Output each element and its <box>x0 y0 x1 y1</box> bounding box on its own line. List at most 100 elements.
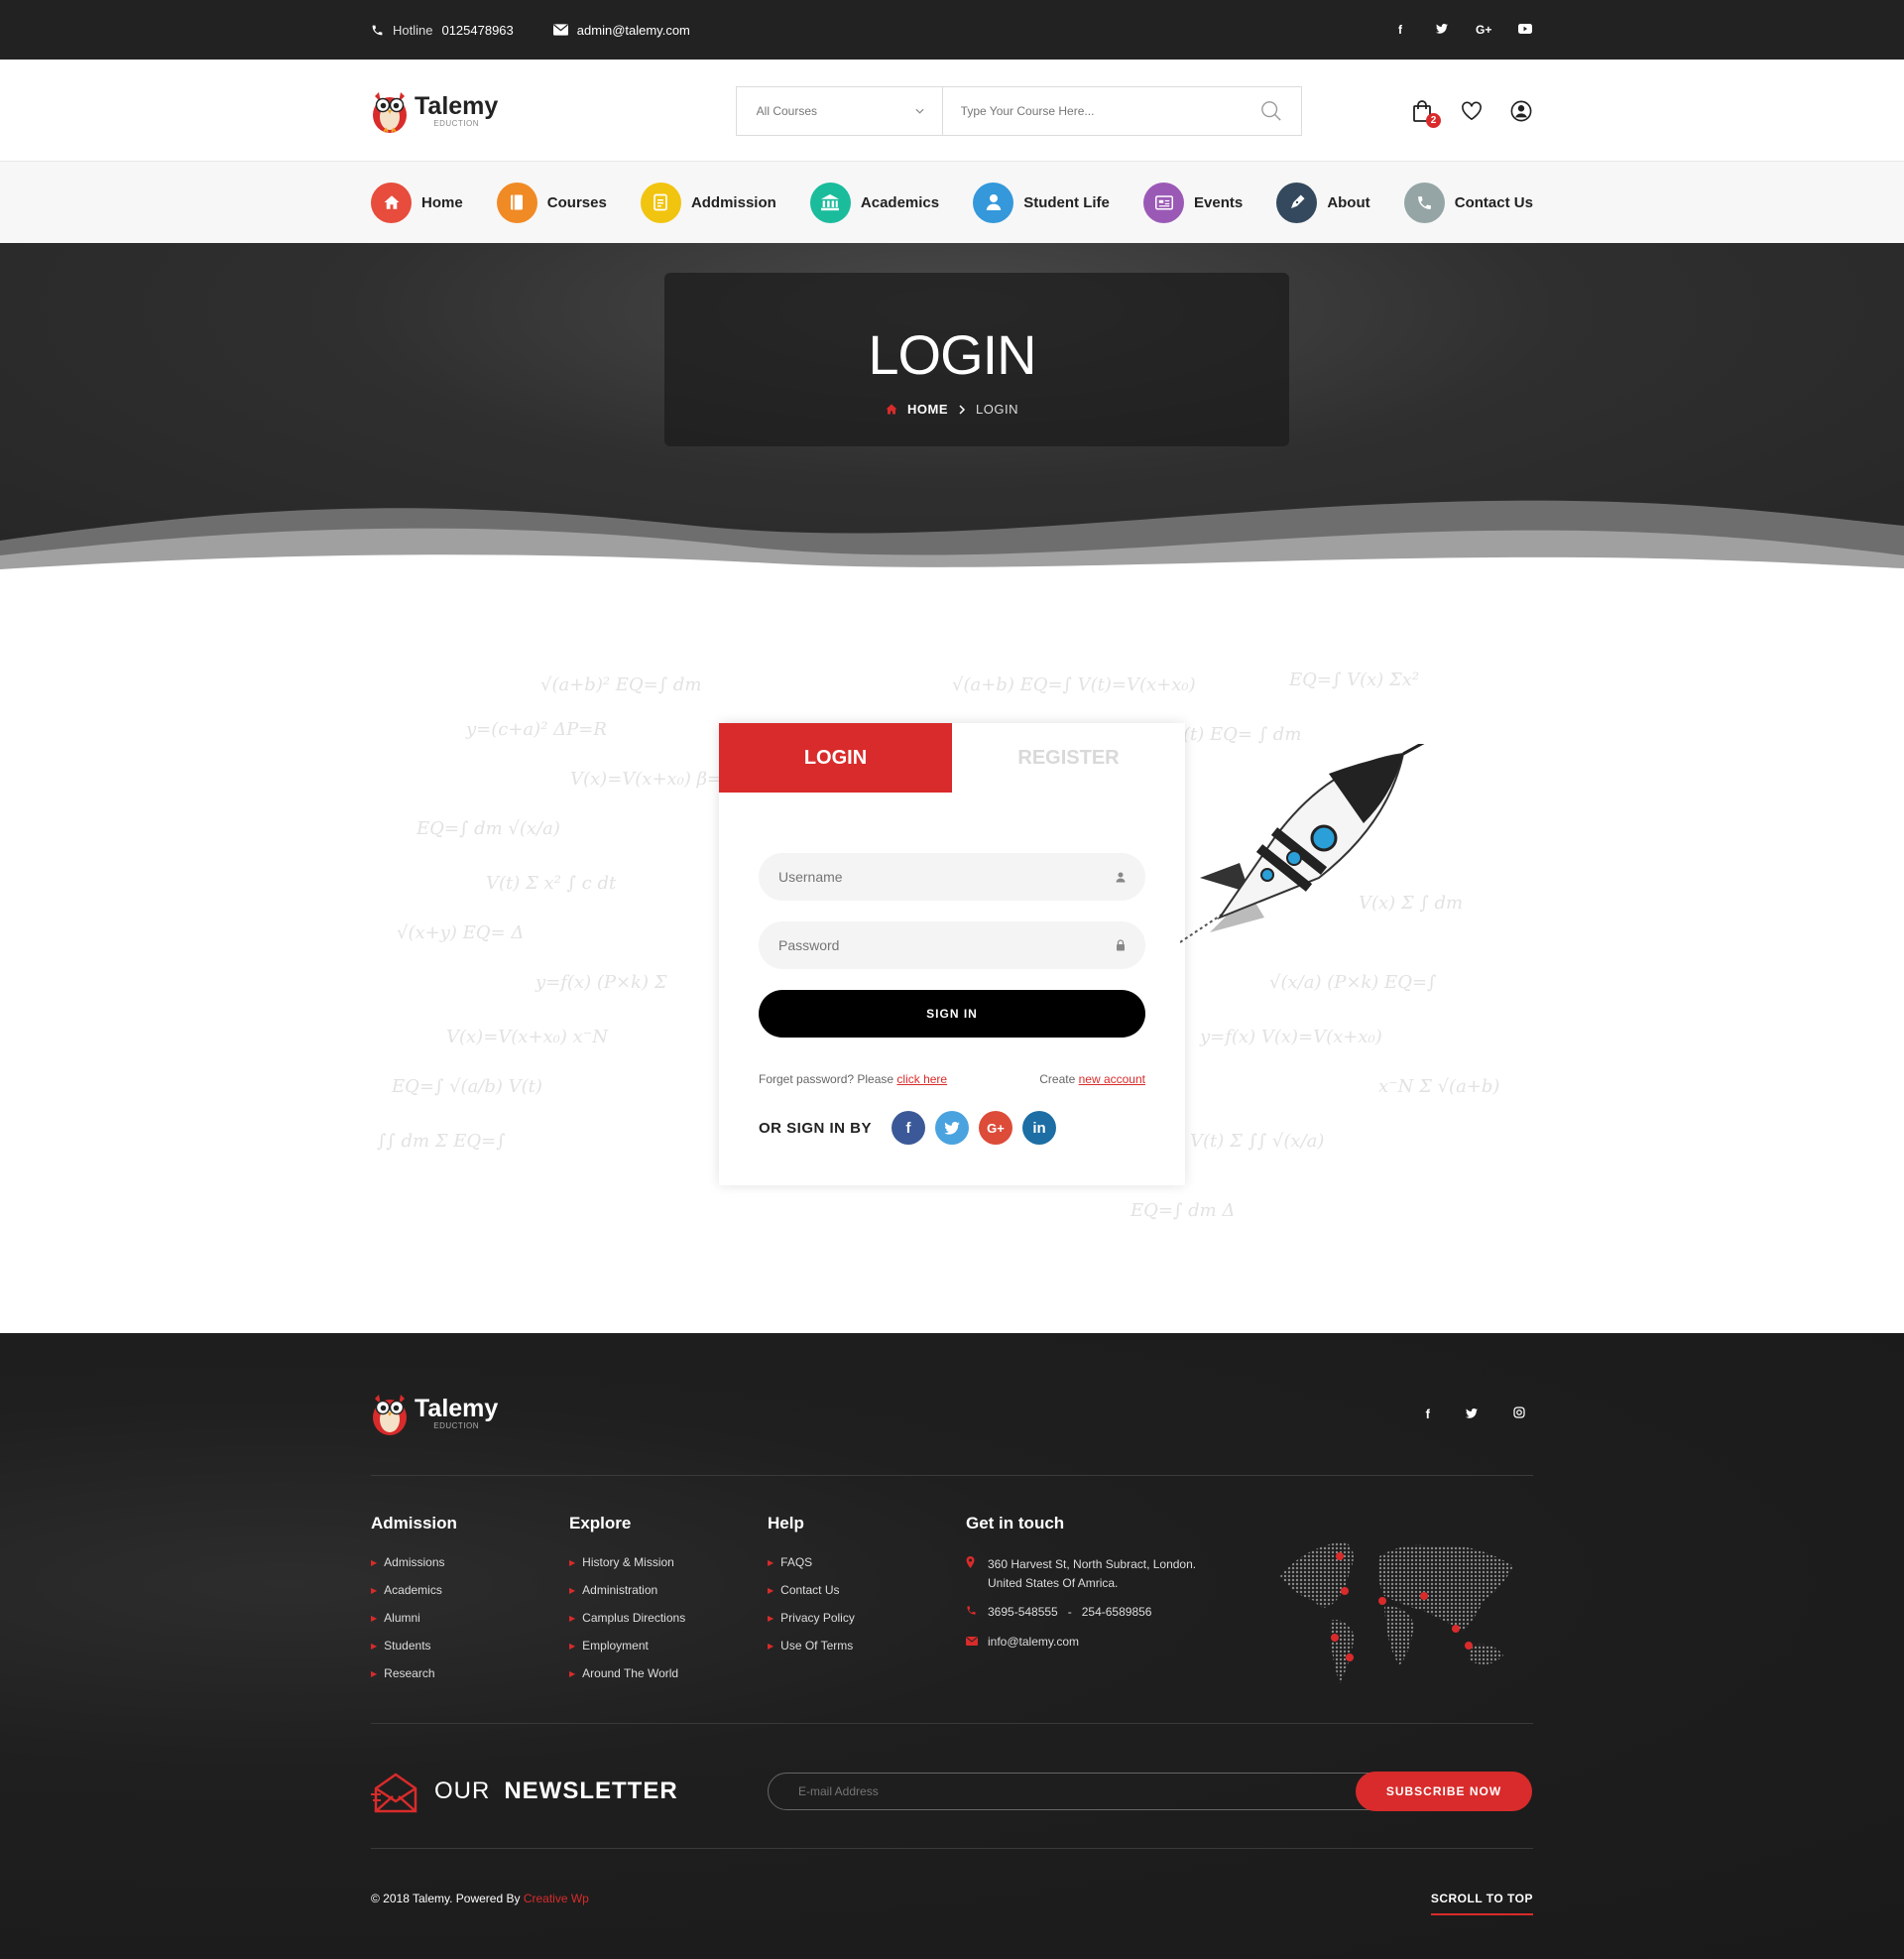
address-line-1: 360 Harvest St, North Subract, London. <box>988 1557 1197 1571</box>
cart-button[interactable]: 2 <box>1410 99 1441 128</box>
password-input[interactable] <box>778 937 1116 953</box>
twitter-icon[interactable] <box>1466 1407 1478 1421</box>
scroll-to-top-button[interactable]: SCROLL TO TOP <box>1430 1892 1533 1915</box>
world-map-illustration <box>1280 1541 1513 1683</box>
user-icon <box>973 182 1014 223</box>
nav-item-home[interactable]: Home <box>371 182 463 223</box>
footer-col-contact: Get in touch 360 Harvest St, North Subra… <box>966 1514 1263 1694</box>
site-header: Talemy EDUCTION All Courses 2 <box>0 60 1904 162</box>
site-logo[interactable]: Talemy EDUCTION <box>371 88 498 134</box>
nav-item-courses[interactable]: Courses <box>496 182 607 223</box>
footer-link[interactable]: ▶ Admissions <box>371 1555 569 1569</box>
breadcrumb-current: LOGIN <box>976 402 1018 417</box>
nav-item-events[interactable]: Events <box>1143 182 1244 223</box>
footer-link[interactable]: ▶ Camplus Directions <box>569 1611 768 1625</box>
youtube-icon[interactable] <box>1517 23 1533 37</box>
footer-logo[interactable]: Talemy EDUCTION <box>371 1391 498 1436</box>
footer-col-title: Explore <box>569 1514 632 1532</box>
search-input[interactable] <box>942 86 1242 135</box>
email-text: admin@talemy.com <box>576 22 690 38</box>
owl-logo-icon <box>373 91 407 133</box>
hotline[interactable]: Hotline 0125478963 <box>371 23 514 38</box>
chevron-down-icon <box>915 108 924 114</box>
account-button[interactable] <box>1509 99 1533 123</box>
cart-count-badge: 2 <box>1426 112 1441 128</box>
footer-link[interactable]: ▶ Employment <box>569 1639 768 1653</box>
footer-link[interactable]: ▶ Around The World <box>569 1666 768 1680</box>
user-circle-icon <box>1510 100 1532 121</box>
address-line-2: United States Of Amrica. <box>988 1576 1119 1591</box>
login-section: √(a+b)² EQ=∫ dm y=(c+a)² ΔP=R V(x)=V(x+x… <box>0 575 1904 1334</box>
twitter-signin-icon[interactable] <box>935 1111 970 1145</box>
footer-link[interactable]: ▶ History & Mission <box>569 1555 768 1569</box>
nav-label: Addmission <box>690 193 776 211</box>
instagram-icon[interactable] <box>1513 1406 1525 1421</box>
paper-plane-envelope-icon <box>371 1773 417 1813</box>
newsletter-form: SUBSCRIBE NOW <box>768 1772 1532 1811</box>
footer-link[interactable]: ▶ Contact Us <box>768 1583 966 1597</box>
footer-col-title: Help <box>768 1514 804 1532</box>
facebook-icon[interactable]: f <box>1392 23 1408 37</box>
nav-label: About <box>1327 193 1370 211</box>
auth-card: LOGIN REGISTER SIGN IN Forget password? … <box>719 723 1185 1185</box>
footer-link[interactable]: ▶ FAQS <box>768 1555 966 1569</box>
nav-item-about[interactable]: About <box>1276 182 1370 223</box>
main-nav: Home Courses Addmission Academics Studen… <box>0 162 1904 243</box>
course-search: All Courses <box>735 85 1302 136</box>
nav-item-academics[interactable]: Academics <box>809 182 939 223</box>
brand-tagline: EDUCTION <box>433 118 480 128</box>
nav-item-student-life[interactable]: Student Life <box>973 182 1110 223</box>
pen-icon <box>1276 182 1318 223</box>
search-icon <box>1260 100 1281 121</box>
footer-email: info@talemy.com <box>988 1634 1079 1649</box>
document-icon <box>640 182 681 223</box>
nav-label: Events <box>1194 193 1244 211</box>
facebook-signin-icon[interactable]: f <box>892 1111 926 1145</box>
wishlist-button[interactable] <box>1460 99 1484 123</box>
google-plus-icon[interactable]: G+ <box>1476 23 1491 37</box>
footer-bottom: © 2018 Talemy. Powered By Creative Wp SC… <box>371 1892 1533 1915</box>
book-icon <box>496 182 537 223</box>
forgot-password-link[interactable]: click here <box>896 1072 947 1086</box>
facebook-icon[interactable]: f <box>1426 1407 1430 1421</box>
sign-in-button[interactable]: SIGN IN <box>759 990 1145 1038</box>
footer-col-help: Help ▶ FAQS ▶ Contact Us ▶ Privacy Policy ▶… <box>768 1514 966 1694</box>
tab-register[interactable]: REGISTER <box>952 723 1185 793</box>
breadcrumb-home[interactable]: HOME <box>907 402 948 417</box>
lock-icon <box>1117 939 1125 951</box>
google-plus-signin-icon[interactable]: G+ <box>979 1111 1013 1145</box>
linkedin-signin-icon[interactable]: in <box>1022 1111 1057 1145</box>
category-select[interactable]: All Courses <box>737 86 943 135</box>
subscribe-button[interactable]: SUBSCRIBE NOW <box>1356 1772 1532 1811</box>
contact-email[interactable]: info@talemy.com <box>966 1633 1263 1652</box>
account-links: Forget password? Please click here Creat… <box>759 1072 1145 1086</box>
heart-icon <box>1462 101 1482 120</box>
phone-icon <box>372 25 383 35</box>
footer-link[interactable]: ▶ Research <box>371 1666 569 1680</box>
footer-link[interactable]: ▶ Alumni <box>371 1611 569 1625</box>
forgot-password-text: Forget password? Please <box>759 1072 894 1086</box>
contact-email[interactable]: admin@talemy.com <box>552 22 690 38</box>
twitter-icon[interactable] <box>1434 23 1450 37</box>
site-footer: Talemy EDUCTION f Admission ▶Admissions <box>0 1333 1904 1959</box>
rocket-illustration <box>1180 744 1425 943</box>
footer-link[interactable]: ▶ Use Of Terms <box>768 1639 966 1653</box>
powered-by-link[interactable]: Creative Wp <box>524 1892 589 1905</box>
home-icon <box>371 182 412 223</box>
footer-link[interactable]: ▶ Administration <box>569 1583 768 1597</box>
username-input[interactable] <box>778 869 1116 885</box>
social-signin: OR SIGN IN BY f G+ in <box>759 1111 1057 1145</box>
tab-login[interactable]: LOGIN <box>719 723 952 793</box>
nav-item-addmission[interactable]: Addmission <box>640 182 776 223</box>
footer-link[interactable]: ▶ Students <box>371 1639 569 1653</box>
footer-link[interactable]: ▶ Privacy Policy <box>768 1611 966 1625</box>
search-button[interactable] <box>1242 87 1301 135</box>
envelope-icon <box>552 24 568 36</box>
footer-link[interactable]: ▶ Academics <box>371 1583 569 1597</box>
footer-col-title: Get in touch <box>966 1514 1065 1532</box>
footer-divider <box>371 1475 1533 1476</box>
nav-item-contact-us[interactable]: Contact Us <box>1403 182 1533 223</box>
create-account-link[interactable]: new account <box>1079 1072 1145 1086</box>
footer-col-explore: Explore ▶ History & Mission ▶ Administrati… <box>569 1514 768 1694</box>
breadcrumb: HOME LOGIN <box>0 402 1904 417</box>
